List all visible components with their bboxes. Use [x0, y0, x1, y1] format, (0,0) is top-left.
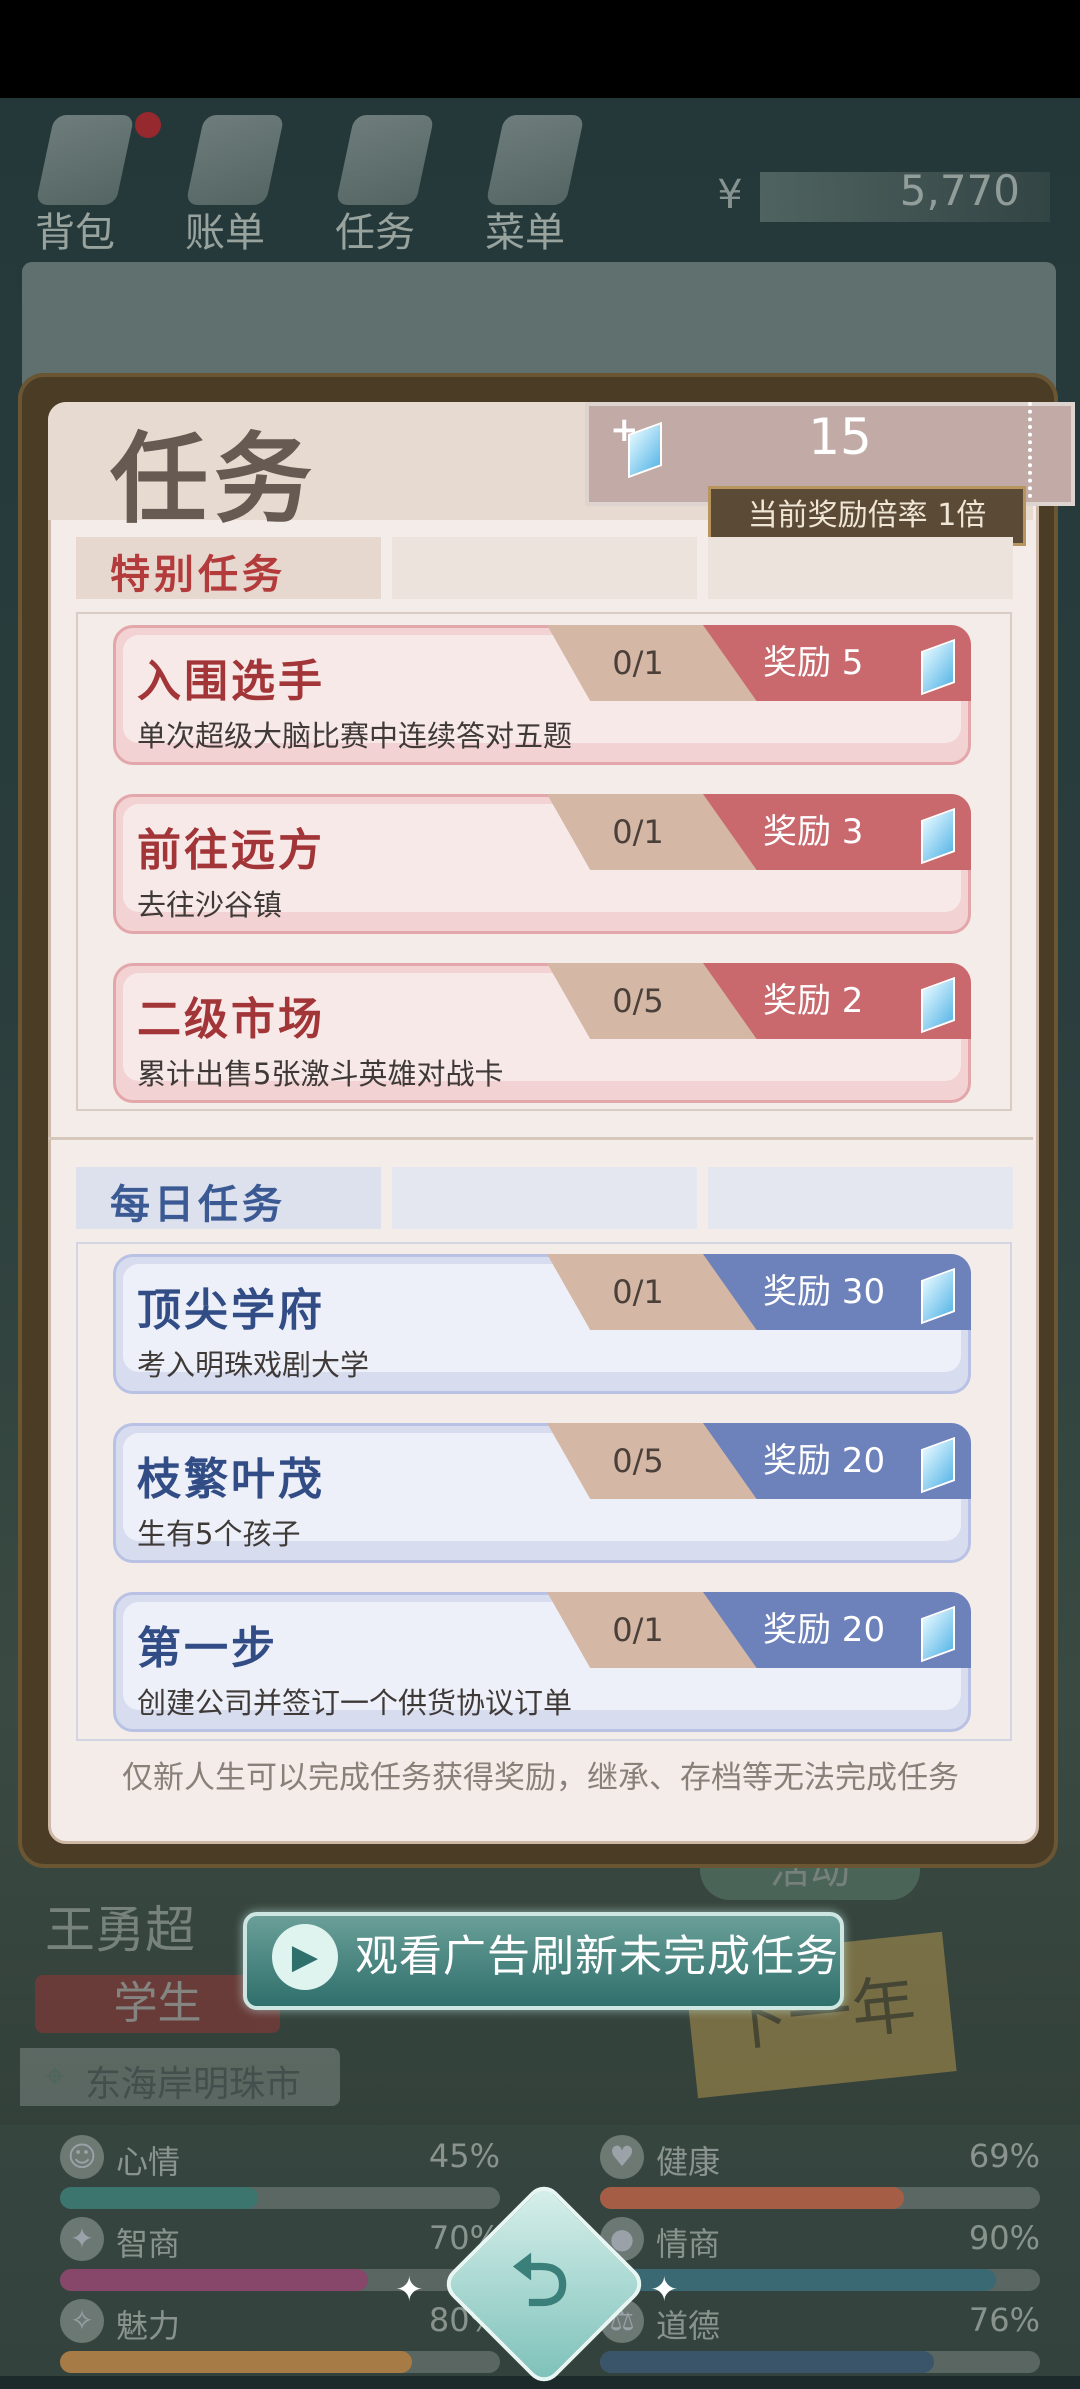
task-progress: 0/1	[612, 644, 664, 682]
stat-fill	[60, 2351, 412, 2373]
stat-iq: ✦ 智商 70%	[60, 2217, 510, 2291]
task-name: 前往远方	[137, 825, 325, 876]
location-pin-icon: ⌖	[45, 2056, 65, 2096]
task-progress: 0/5	[612, 982, 664, 1020]
task-desc: 累计出售5张激斗英雄对战卡	[137, 1057, 504, 1091]
task-card[interactable]: 前往远方 去往沙谷镇 0/1 奖励 3	[113, 794, 971, 934]
notification-dot	[135, 112, 161, 138]
task-card[interactable]: 第一步 创建公司并签订一个供货协议订单 0/1 奖励 20	[113, 1592, 971, 1732]
sparkle-icon: ✦	[650, 2270, 679, 2310]
stat-label: 健康	[656, 2143, 721, 2181]
task-name: 枝繁叶茂	[137, 1454, 325, 1505]
play-ad-icon: ▶	[272, 1924, 338, 1990]
section-header-filler	[392, 1167, 697, 1229]
task-card[interactable]: 顶尖学府 考入明珠戏剧大学 0/1 奖励 30	[113, 1254, 971, 1394]
task-card[interactable]: 二级市场 累计出售5张激斗英雄对战卡 0/5 奖励 2	[113, 963, 971, 1103]
heart-icon: ♥	[600, 2135, 644, 2179]
task-reward: 奖励 2	[763, 981, 864, 1021]
modal-title: 任务	[110, 423, 319, 537]
stat-value: 90%	[968, 2219, 1040, 2257]
nav-backpack-label: 背包	[35, 210, 115, 256]
task-name: 二级市场	[137, 994, 325, 1045]
back-arrow-icon: ⮌	[511, 2238, 569, 2322]
stat-fill	[600, 2187, 904, 2209]
special-section-title: 特别任务	[110, 552, 286, 598]
stat-fill	[600, 2351, 935, 2373]
stat-fill	[60, 2187, 258, 2209]
task-progress: 0/5	[612, 1442, 664, 1480]
stat-label: 心情	[116, 2143, 181, 2181]
money-value: 5,770	[899, 166, 1020, 215]
stat-health: ♥ 健康 69%	[600, 2135, 1050, 2209]
task-desc: 考入明珠戏剧大学	[137, 1348, 370, 1382]
task-reward: 奖励 5	[763, 643, 864, 683]
gem-divider	[1028, 402, 1036, 498]
sparkle-icon: ✧	[60, 2299, 104, 2343]
stat-mood: ☺ 心情 45%	[60, 2135, 510, 2209]
task-progress: 0/1	[612, 1273, 664, 1311]
task-progress: 0/1	[612, 1611, 664, 1649]
task-desc: 创建公司并签订一个供货协议订单	[137, 1686, 573, 1720]
task-reward: 奖励 3	[763, 812, 864, 852]
backpack-icon	[35, 115, 135, 205]
stat-label: 情商	[656, 2225, 721, 2263]
mood-icon: ☺	[60, 2135, 104, 2179]
task-name: 入围选手	[137, 656, 325, 707]
task-list-icon	[335, 115, 435, 205]
stat-label: 智商	[116, 2225, 181, 2263]
task-footer-note: 仅新人生可以完成任务获得奖励，继承、存档等无法完成任务	[122, 1760, 959, 1796]
task-name: 顶尖学府	[137, 1285, 325, 1336]
stat-charm: ✧ 魅力 80%	[60, 2299, 510, 2373]
stat-value: 76%	[968, 2301, 1040, 2339]
section-header-filler	[708, 1167, 1013, 1229]
task-desc: 生有5个孩子	[137, 1517, 301, 1551]
task-reward: 奖励 20	[763, 1441, 886, 1481]
section-header-filler	[392, 537, 697, 599]
nav-tasks[interactable]: 任务	[305, 105, 445, 256]
daily-section-title: 每日任务	[110, 1182, 286, 1228]
status-bar	[0, 0, 1080, 98]
gem-count: 15	[808, 408, 872, 466]
section-divider	[48, 1137, 1033, 1140]
money-display: ¥ 5,770	[690, 162, 1050, 228]
stat-value: 69%	[968, 2137, 1040, 2175]
menu-icon	[485, 115, 585, 205]
location-text: 东海岸明珠市	[85, 2064, 302, 2105]
task-card[interactable]: 入围选手 单次超级大脑比赛中连续答对五题 0/1 奖励 5	[113, 625, 971, 765]
stat-label: 魅力	[116, 2307, 181, 2345]
nav-backpack[interactable]: 背包	[5, 105, 145, 256]
stat-value: 45%	[428, 2137, 500, 2175]
task-desc: 去往沙谷镇	[137, 888, 283, 922]
nav-bills[interactable]: 账单	[155, 105, 295, 256]
section-header-filler	[708, 537, 1013, 599]
watch-ad-refresh-label: 观看广告刷新未完成任务	[355, 1932, 839, 1982]
bill-icon	[185, 115, 285, 205]
nav-menu[interactable]: 菜单	[455, 105, 595, 256]
bulb-icon: ✦	[60, 2217, 104, 2261]
task-name: 第一步	[137, 1623, 278, 1674]
task-reward: 奖励 30	[763, 1272, 886, 1312]
nav-bills-label: 账单	[185, 210, 265, 256]
character-name: 王勇超	[45, 1901, 195, 1959]
yen-icon: ¥	[717, 172, 743, 218]
task-card[interactable]: 枝繁叶茂 生有5个孩子 0/5 奖励 20	[113, 1423, 971, 1563]
task-progress: 0/1	[612, 813, 664, 851]
nav-tasks-label: 任务	[335, 210, 415, 256]
task-reward: 奖励 20	[763, 1610, 886, 1650]
task-desc: 单次超级大脑比赛中连续答对五题	[137, 719, 573, 753]
stat-fill	[60, 2269, 368, 2291]
nav-menu-label: 菜单	[485, 210, 565, 256]
sparkle-icon: ✦	[395, 2270, 424, 2310]
